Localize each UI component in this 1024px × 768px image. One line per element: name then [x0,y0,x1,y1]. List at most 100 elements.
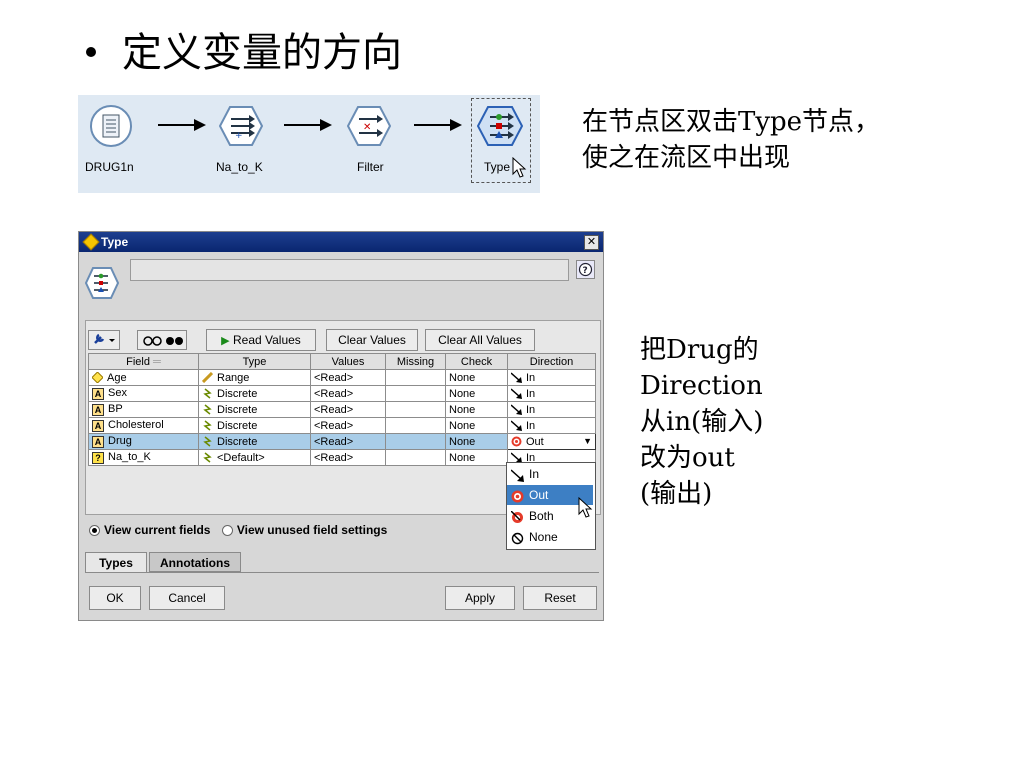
tab-types[interactable]: Types [85,552,147,572]
values-cell[interactable]: <Read> [310,433,386,450]
missing-cell[interactable] [385,385,446,402]
field-cell[interactable]: A Sex [88,385,199,402]
connector-arrow [158,119,206,131]
dialog-title: Type [101,235,129,249]
unknown-field-icon: ? [92,451,104,464]
range-field-icon [91,371,104,384]
close-button[interactable]: ✕ [584,235,599,250]
view-current-fields-radio[interactable]: View current fields [89,523,210,537]
table-row-selected[interactable]: A Drug Discrete <Read> None Out ▼ [88,433,596,450]
values-cell[interactable]: <Read> [310,369,386,386]
direction-cell[interactable]: In [507,385,596,402]
derive-node[interactable]: + [219,105,263,147]
field-cell[interactable]: A BP [88,401,199,418]
missing-cell[interactable] [385,369,446,386]
type-diamond-icon [82,233,100,251]
values-cell[interactable]: <Read> [310,385,386,402]
type-cell[interactable]: Discrete [198,417,311,434]
field-cell[interactable]: ? Na_to_K [88,449,199,466]
source-node[interactable] [90,105,132,147]
direction-cell[interactable]: In [507,369,596,386]
missing-cell[interactable] [385,433,446,450]
direction-option-none[interactable]: None [507,527,593,547]
string-field-icon: A [92,419,104,432]
column-header-direction[interactable]: Direction [507,353,596,370]
mouse-cursor-icon [578,497,593,518]
clear-all-values-button[interactable]: Clear All Values [425,329,535,351]
tools-menu-button[interactable] [88,330,120,350]
values-cell[interactable]: <Read> [310,417,386,434]
check-cell[interactable]: None [445,401,508,418]
discrete-icon [202,436,213,447]
check-cell[interactable]: None [445,385,508,402]
missing-cell[interactable] [385,449,446,466]
direction-note: 把Drug的 Direction 从in(输入) 改为out (输出) [640,332,763,512]
type-dialog: Type ✕ ? ▶ Read Values Clear Values Clea… [78,231,604,621]
column-header-check[interactable]: Check [445,353,508,370]
field-cell[interactable]: A Cholesterol [88,417,199,434]
node-name-field[interactable] [130,259,569,281]
instruction-line: 使之在流区中出现 [582,143,791,173]
svg-text:+: + [235,131,243,141]
type-cell[interactable]: Discrete [198,385,311,402]
dialog-titlebar[interactable]: Type ✕ [79,232,603,252]
direction-note-line: 改为out [640,443,735,473]
direction-note-line: (输出) [640,479,713,509]
tab-annotations[interactable]: Annotations [149,552,241,572]
read-values-button[interactable]: ▶ Read Values [206,329,316,351]
ruler-icon [201,372,214,384]
table-row[interactable]: A Sex Discrete <Read> None In [88,385,596,402]
direction-note-line: Direction [640,371,763,401]
view-toggle-buttons[interactable] [137,330,187,350]
filter-node[interactable]: ✕ [347,105,391,147]
check-cell[interactable]: None [445,417,508,434]
table-row[interactable]: A Cholesterol Discrete <Read> None In [88,417,596,434]
direction-select[interactable]: Out ▼ [507,433,596,450]
help-icon: ? [578,262,593,277]
type-node-icon [85,267,119,299]
direction-cell[interactable]: In [507,401,596,418]
stream-canvas[interactable]: DRUG1n + Na_to_K ✕ Filter Type [78,95,540,193]
direction-cell[interactable]: In [507,417,596,434]
instruction-line: 在节点区双击Type节点， [582,107,881,137]
missing-cell[interactable] [385,417,446,434]
cancel-button[interactable]: Cancel [149,586,225,610]
check-cell[interactable]: None [445,449,508,466]
type-cell[interactable]: Discrete [198,401,311,418]
check-cell[interactable]: None [445,433,508,450]
values-cell[interactable]: <Read> [310,449,386,466]
table-row[interactable]: A BP Discrete <Read> None In [88,401,596,418]
column-header-type[interactable]: Type [198,353,311,370]
direction-note-line: 把Drug的 [640,335,759,365]
discrete-icon [202,388,213,399]
dropdown-arrow-icon: ▼ [583,435,592,446]
fields-table: Field ═ Type Values Missing Check Direct… [88,353,596,466]
clear-values-button[interactable]: Clear Values [326,329,418,351]
string-field-icon: A [92,435,104,448]
type-node[interactable] [477,105,523,147]
field-cell[interactable]: Age [88,369,199,386]
reset-button[interactable]: Reset [523,586,597,610]
view-unused-settings-radio[interactable]: View unused field settings [221,523,387,537]
direction-option-in[interactable]: In [507,464,593,484]
instruction-note: 在节点区双击Type节点， 使之在流区中出现 [582,104,880,176]
help-button[interactable]: ? [576,260,595,279]
type-cell[interactable]: Range [198,369,311,386]
values-cell[interactable]: <Read> [310,401,386,418]
column-header-missing[interactable]: Missing [385,353,446,370]
read-values-label: Read Values [232,333,301,347]
field-cell[interactable]: A Drug [88,433,199,450]
svg-text:?: ? [583,266,588,276]
missing-cell[interactable] [385,401,446,418]
string-field-icon: A [92,387,104,400]
type-cell[interactable]: <Default> [198,449,311,466]
type-cell[interactable]: Discrete [198,433,311,450]
column-header-values[interactable]: Values [310,353,386,370]
column-header-field[interactable]: Field ═ [88,353,199,370]
ok-button[interactable]: OK [89,586,141,610]
apply-button[interactable]: Apply [445,586,515,610]
check-cell[interactable]: None [445,369,508,386]
bullet-icon [86,47,96,57]
table-row[interactable]: Age Range <Read> None In [88,369,596,386]
mouse-cursor-icon [512,157,527,178]
